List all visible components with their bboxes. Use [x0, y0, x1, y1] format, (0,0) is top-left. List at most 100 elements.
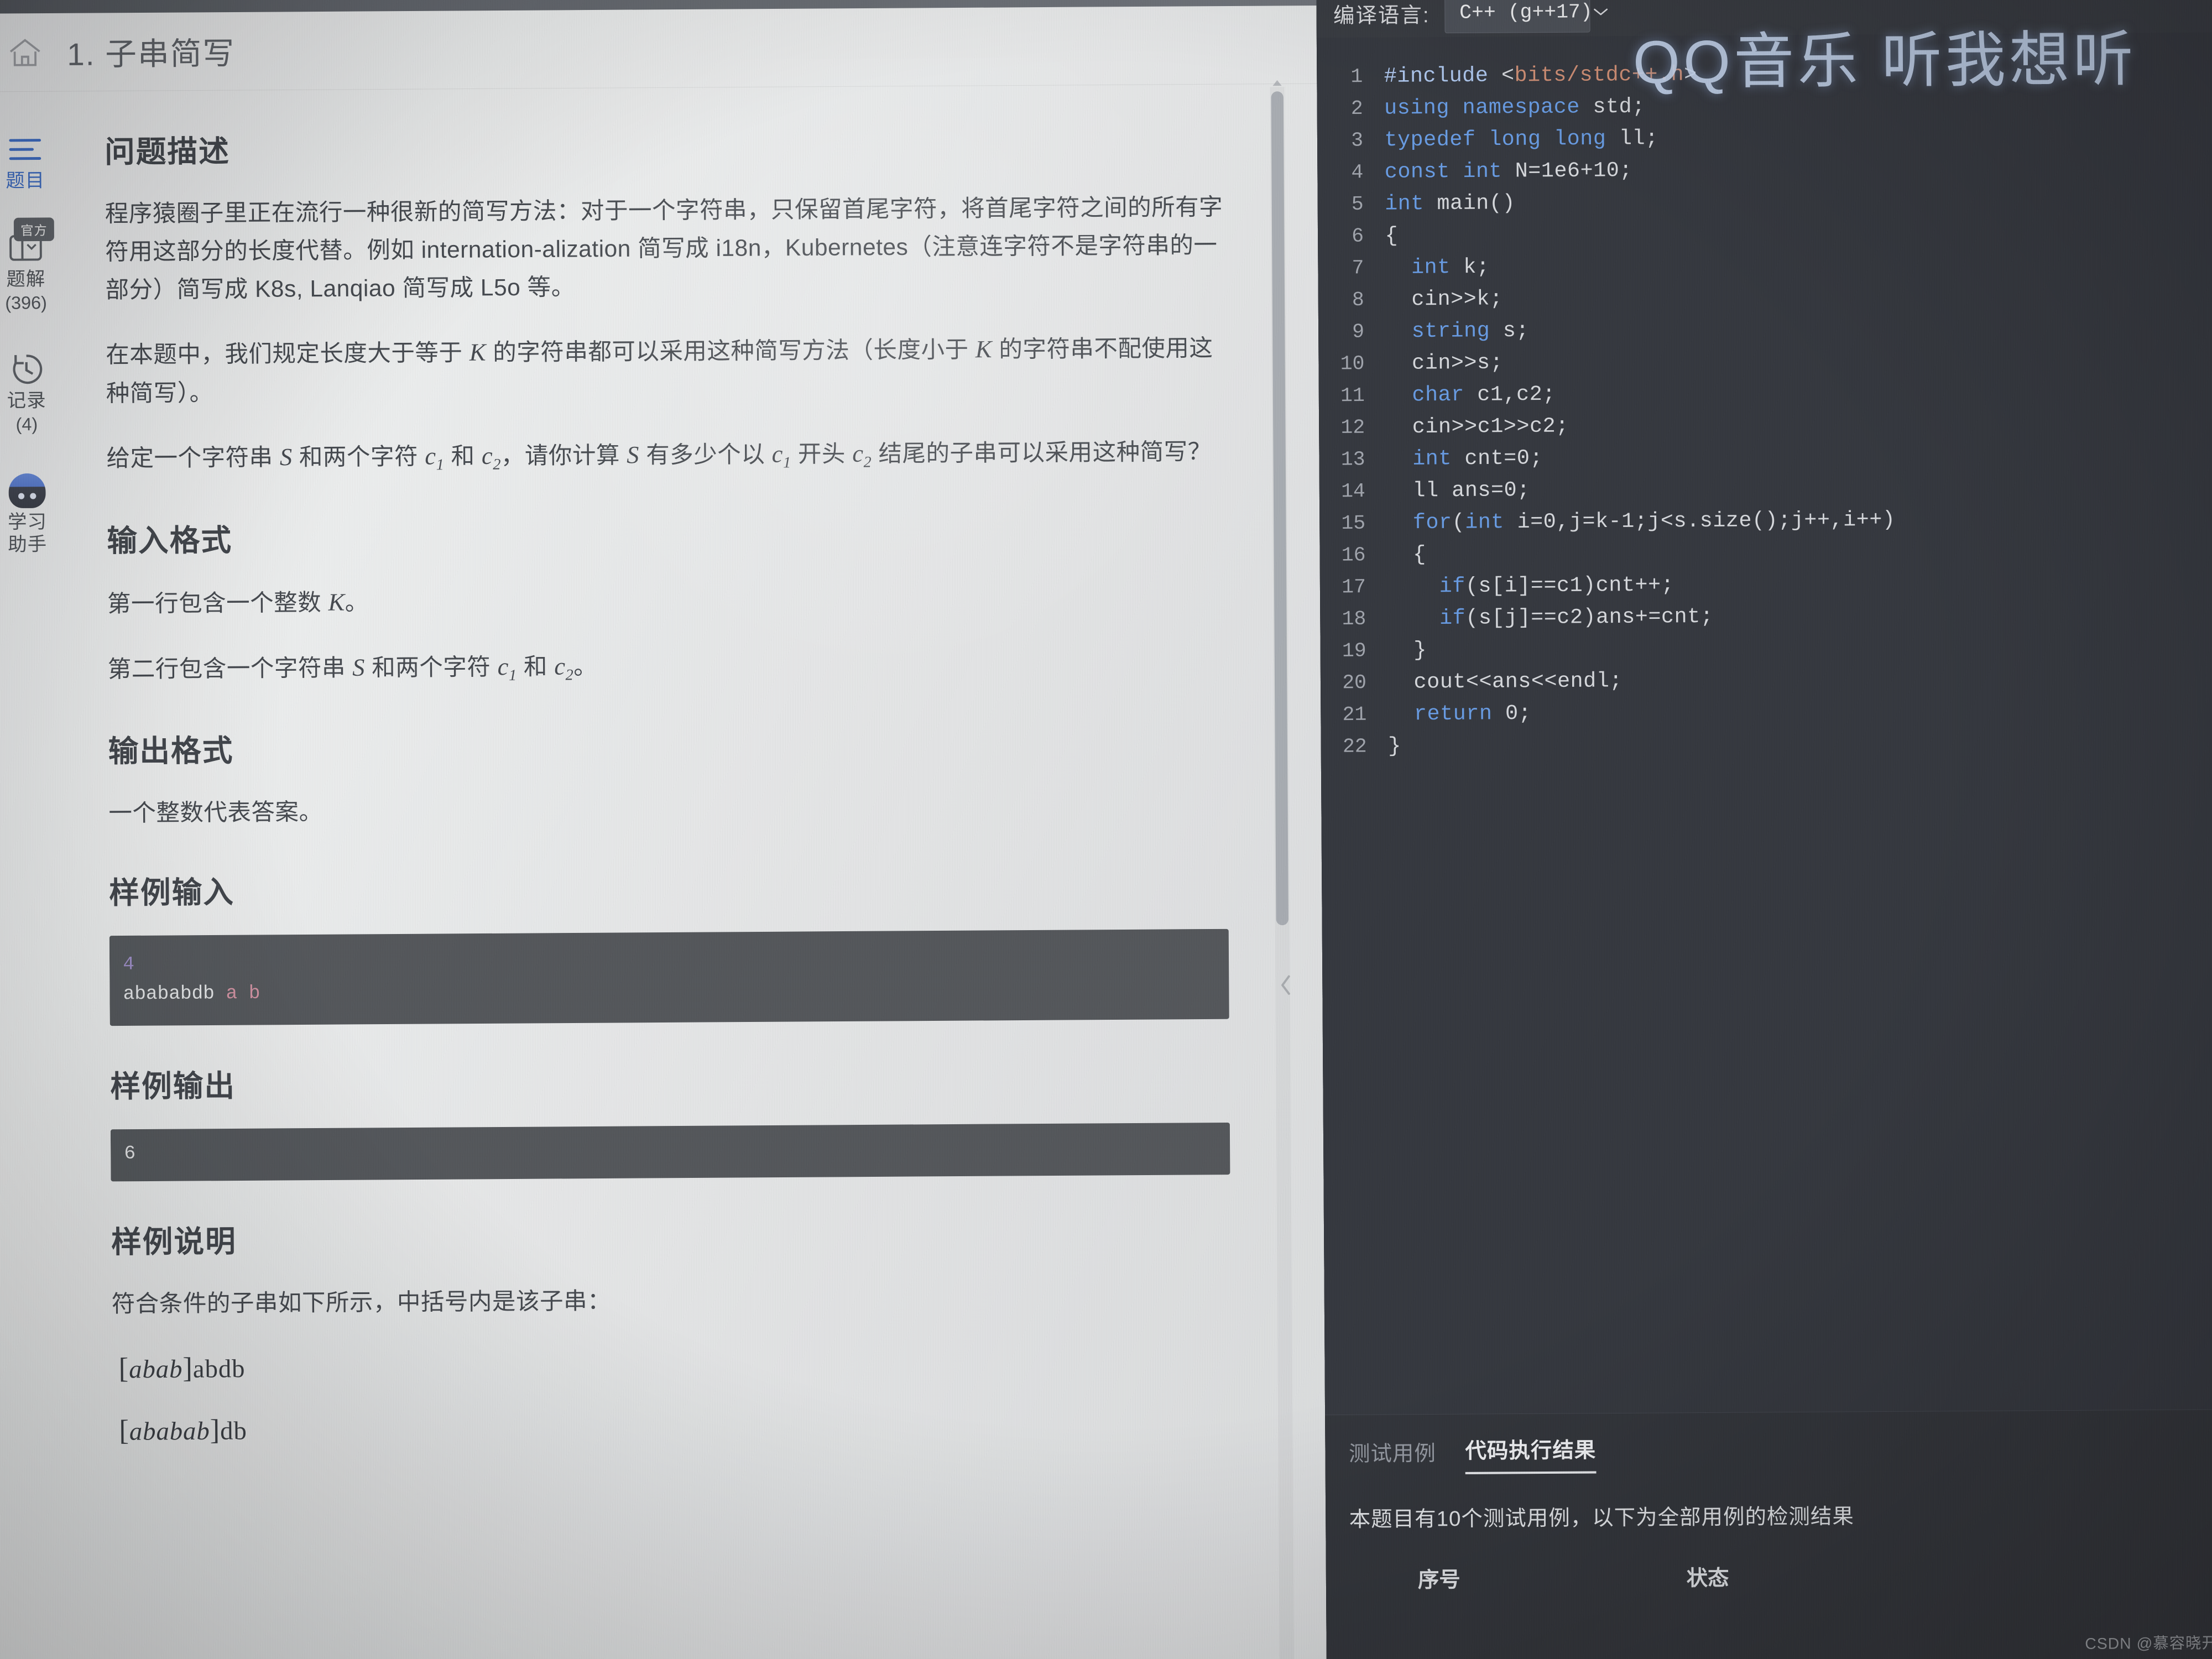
code-text: {	[1386, 542, 1426, 567]
code-line: 17 if(s[i]==c1)cnt++;	[1320, 570, 2212, 607]
code-text: string s;	[1411, 319, 1530, 344]
scroll-up-arrow[interactable]	[1271, 79, 1282, 87]
sidebar-item-records[interactable]: 记录 (4)	[0, 353, 69, 435]
line-number: 22	[1342, 735, 1367, 758]
code-line: 19 }	[1321, 634, 2212, 671]
line-number: 5	[1351, 192, 1364, 216]
code-line: 1 #include <bits/stdc++.h>	[1317, 59, 2212, 97]
code-text: ll ans=0;	[1386, 478, 1530, 503]
sidebar-item-assistant[interactable]: 学习 助手	[0, 473, 70, 556]
code-text: int cnt=0;	[1412, 446, 1543, 471]
text-fragment: ，请你计算	[500, 442, 627, 469]
text-fragment: 的字符串都可以采用这种简写方法（长度小于	[486, 336, 975, 366]
text-fragment: 和两个字符	[292, 443, 425, 471]
line-number: 16	[1341, 544, 1366, 567]
line-number: 17	[1342, 575, 1366, 599]
sample-input-c2: b	[248, 983, 260, 1004]
explain-rest: abdb	[192, 1354, 246, 1383]
sample-output-value: 6	[124, 1143, 136, 1165]
section-heading-input-format: 输入格式	[107, 523, 233, 558]
text-fragment: 结尾的子串可以采用这种简写？	[872, 438, 1212, 467]
list-icon	[7, 134, 44, 165]
line-number: 7	[1352, 256, 1364, 280]
column-header-status: 状态	[1686, 1567, 1729, 1591]
math-k: K	[975, 335, 993, 363]
tab-test-cases[interactable]: 测试用例	[1349, 1436, 1436, 1475]
code-text: cout<<ans<<endl;	[1387, 669, 1623, 695]
problem-header: 1. 子串简写	[0, 6, 1317, 92]
input-format-line-1: 第一行包含一个整数 K。	[107, 577, 1227, 623]
sidebar-item-solutions[interactable]: 官方 题解 (396)	[0, 217, 68, 314]
sidebar-item-count: (396)	[5, 293, 47, 314]
clock-icon	[8, 354, 45, 385]
robot-icon	[8, 473, 46, 509]
code-text: }	[1387, 638, 1427, 663]
text-fragment: 和两个字符	[364, 653, 498, 681]
line-number: 15	[1341, 512, 1366, 535]
scrollbar-thumb[interactable]	[1271, 91, 1288, 926]
section-heading-output-format: 输出格式	[108, 734, 234, 769]
line-number: 3	[1351, 129, 1364, 152]
code-text: char c1,c2;	[1412, 382, 1556, 408]
tab-execution-result[interactable]: 代码执行结果	[1465, 1432, 1597, 1474]
sample-input-c1: a	[226, 983, 238, 1005]
code-text: cin>>k;	[1385, 287, 1503, 312]
text-fragment: 有多少个以	[639, 441, 772, 468]
editor-toolbar: 编译语言: C++ (g++17)	[1316, 0, 2212, 38]
sample-output-box: 6	[110, 1123, 1230, 1182]
code-text: {	[1385, 223, 1399, 248]
sidebar-item-label: 记录	[7, 390, 46, 412]
code-line: 4 const int N=1e6+10;	[1317, 155, 2212, 192]
code-line: 18 if(s[j]==c2)ans+=cnt;	[1320, 602, 2212, 639]
code-line: 16 {	[1319, 538, 2212, 576]
line-number: 2	[1350, 97, 1363, 121]
explanation-paragraph: 符合条件的子串如下所示，中括号内是该子串：	[111, 1287, 612, 1317]
column-header-index: 序号	[1417, 1568, 1460, 1592]
code-text: return 0;	[1413, 701, 1532, 727]
line-number: 21	[1342, 703, 1367, 727]
problem-content: 问题描述 程序猿圈子里正在流行一种很新的简写方法：对于一个字符串，只保留首尾字符…	[104, 90, 1261, 1659]
line-number: 19	[1342, 639, 1366, 662]
sidebar-item-problem[interactable]: 题目	[0, 133, 67, 192]
code-line: 9 string s;	[1318, 315, 2212, 352]
description-paragraph-2: 在本题中，我们规定长度大于等于 K 的字符串都可以采用这种简写方法（长度小于 K…	[106, 328, 1225, 413]
problem-scrollbar[interactable]	[1270, 80, 1294, 1659]
code-line: 14 ll ans=0;	[1319, 474, 2212, 512]
code-line: 3 typedef long long ll;	[1317, 123, 2212, 161]
problem-panel: 1. 子串简写 题目 官方 题解 (396) 记录 (4) 学习 助手 问题描述…	[0, 0, 1327, 1659]
code-line: 12 cin>>c1>>c2;	[1319, 410, 2212, 448]
code-line: 22}	[1321, 729, 2212, 767]
math-s: S	[627, 441, 640, 469]
sample-input-box: 4 abababdb a b	[109, 928, 1229, 1026]
language-select-value: C++ (g++17)	[1459, 0, 1593, 24]
sidebar-item-label: 题解	[6, 268, 46, 290]
line-number: 9	[1352, 320, 1365, 343]
code-text: #include <bits/stdc++.h>	[1384, 62, 1697, 89]
code-line: 8 cin>>k;	[1318, 283, 2212, 320]
language-select[interactable]: C++ (g++17)	[1444, 0, 1608, 34]
code-text: const int N=1e6+10;	[1384, 158, 1633, 185]
page-title: 1. 子串简写	[67, 35, 236, 72]
sample-input-k: 4	[123, 954, 135, 975]
output-format-line-1: 一个整数代表答案。	[108, 798, 323, 826]
math-c1: c1	[425, 442, 445, 474]
home-icon[interactable]	[4, 32, 46, 73]
line-number: 8	[1352, 288, 1364, 312]
code-text: for(int i=0,j=k-1;j<s.size();j++,i++)	[1412, 508, 1896, 535]
math-s: S	[352, 654, 366, 681]
explain-substring: ababab	[129, 1416, 210, 1446]
sidebar-item-count: (4)	[15, 414, 38, 435]
explain-rest: db	[220, 1416, 247, 1445]
line-number: 6	[1352, 225, 1364, 248]
line-number: 18	[1342, 607, 1366, 631]
panel-collapse-handle[interactable]	[1274, 966, 1298, 1005]
math-c2: c2	[554, 652, 574, 684]
text-fragment: 开头	[791, 440, 853, 468]
math-c2: c2	[852, 440, 872, 472]
line-number: 13	[1340, 447, 1365, 471]
compile-language-label: 编译语言:	[1333, 3, 1430, 28]
explanation-item-2: [ababab]db	[119, 1414, 247, 1447]
text-fragment: 。	[345, 588, 369, 615]
code-editor[interactable]: 1 #include <bits/stdc++.h> 2 using namespac…	[1316, 32, 2212, 1415]
sidebar: 题目 官方 题解 (396) 记录 (4) 学习 助手	[0, 95, 77, 1659]
